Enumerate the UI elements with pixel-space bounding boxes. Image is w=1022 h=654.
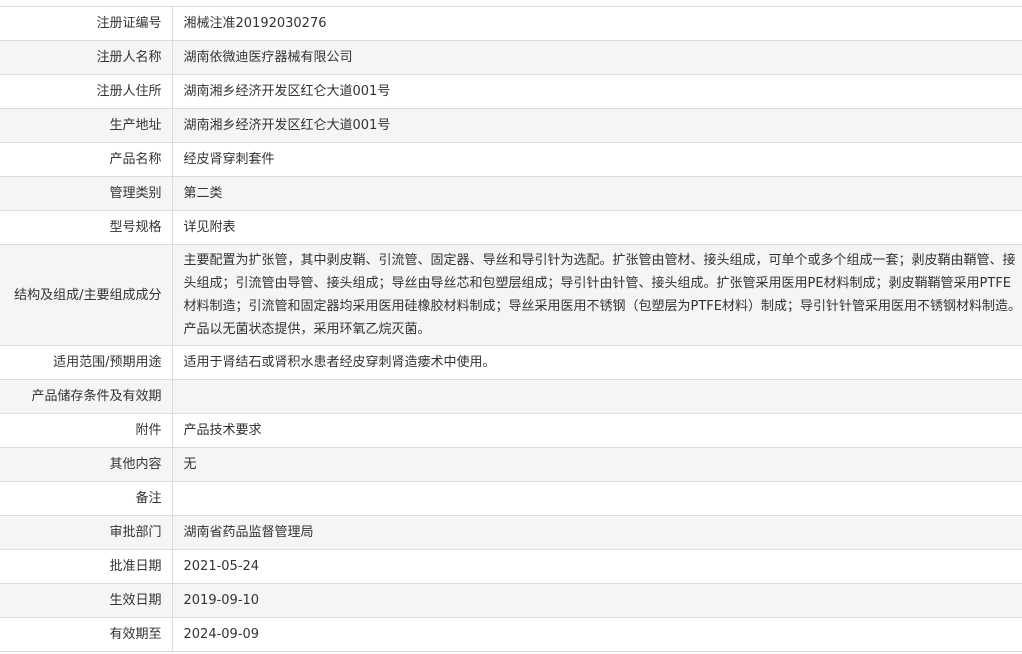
table-row: 注册人名称 湖南依微迪医疗器械有限公司 bbox=[0, 40, 1022, 75]
field-value-attachment: 产品技术要求 bbox=[172, 413, 1022, 448]
table-row: 产品名称 经皮肾穿刺套件 bbox=[0, 142, 1022, 177]
field-value-production-address: 湖南湘乡经济开发区红仑大道001号 bbox=[172, 108, 1022, 143]
field-label-registrant-name: 注册人名称 bbox=[0, 40, 173, 75]
table-row: 审批部门 湖南省药品监督管理局 bbox=[0, 515, 1022, 550]
field-value-storage-validity bbox=[172, 379, 1022, 414]
field-value-remarks bbox=[172, 481, 1022, 516]
table-row: 附件 产品技术要求 bbox=[0, 413, 1022, 448]
field-label-registrant-address: 注册人住所 bbox=[0, 74, 173, 109]
field-value-product-name: 经皮肾穿刺套件 bbox=[172, 142, 1022, 177]
table-row: 生效日期 2019-09-10 bbox=[0, 583, 1022, 618]
table-row: 批准日期 2021-05-24 bbox=[0, 549, 1022, 584]
field-label-management-class: 管理类别 bbox=[0, 176, 173, 211]
table-row: 有效期至 2024-09-09 bbox=[0, 617, 1022, 652]
field-label-storage-validity: 产品储存条件及有效期 bbox=[0, 379, 173, 414]
field-label-model-spec: 型号规格 bbox=[0, 210, 173, 245]
field-value-other-content: 无 bbox=[172, 447, 1022, 482]
registration-detail-table: 注册证编号 湘械注准20192030276 注册人名称 湖南依微迪医疗器械有限公… bbox=[0, 6, 1022, 652]
field-label-structure-composition: 结构及组成/主要组成成分 bbox=[0, 244, 173, 346]
field-label-effective-date: 生效日期 bbox=[0, 583, 173, 618]
field-value-management-class: 第二类 bbox=[172, 176, 1022, 211]
field-value-registration-no: 湘械注准20192030276 bbox=[172, 6, 1022, 41]
field-label-valid-until: 有效期至 bbox=[0, 617, 173, 652]
field-value-model-spec: 详见附表 bbox=[172, 210, 1022, 245]
field-label-product-name: 产品名称 bbox=[0, 142, 173, 177]
table-row: 其他内容 无 bbox=[0, 447, 1022, 482]
field-label-approval-department: 审批部门 bbox=[0, 515, 173, 550]
field-value-structure-composition: 主要配置为扩张管，其中剥皮鞘、引流管、固定器、导丝和导引针为选配。扩张管由管材、… bbox=[172, 244, 1022, 346]
table-row: 管理类别 第二类 bbox=[0, 176, 1022, 211]
field-label-approval-date: 批准日期 bbox=[0, 549, 173, 584]
table-row: 产品储存条件及有效期 bbox=[0, 379, 1022, 414]
field-label-production-address: 生产地址 bbox=[0, 108, 173, 143]
field-label-intended-use: 适用范围/预期用途 bbox=[0, 345, 173, 380]
table-row: 注册人住所 湖南湘乡经济开发区红仑大道001号 bbox=[0, 74, 1022, 109]
table-row: 适用范围/预期用途 适用于肾结石或肾积水患者经皮穿刺肾造瘘术中使用。 bbox=[0, 345, 1022, 380]
table-row: 型号规格 详见附表 bbox=[0, 210, 1022, 245]
field-value-intended-use: 适用于肾结石或肾积水患者经皮穿刺肾造瘘术中使用。 bbox=[172, 345, 1022, 380]
field-label-remarks: 备注 bbox=[0, 481, 173, 516]
field-value-effective-date: 2019-09-10 bbox=[172, 583, 1022, 618]
table-row: 结构及组成/主要组成成分 主要配置为扩张管，其中剥皮鞘、引流管、固定器、导丝和导… bbox=[0, 244, 1022, 346]
field-value-registrant-address: 湖南湘乡经济开发区红仑大道001号 bbox=[172, 74, 1022, 109]
field-value-registrant-name: 湖南依微迪医疗器械有限公司 bbox=[172, 40, 1022, 75]
field-label-attachment: 附件 bbox=[0, 413, 173, 448]
field-label-other-content: 其他内容 bbox=[0, 447, 173, 482]
field-value-approval-date: 2021-05-24 bbox=[172, 549, 1022, 584]
table-row: 备注 bbox=[0, 481, 1022, 516]
field-value-valid-until: 2024-09-09 bbox=[172, 617, 1022, 652]
table-row: 注册证编号 湘械注准20192030276 bbox=[0, 6, 1022, 41]
table-row: 生产地址 湖南湘乡经济开发区红仑大道001号 bbox=[0, 108, 1022, 143]
field-value-approval-department: 湖南省药品监督管理局 bbox=[172, 515, 1022, 550]
field-label-registration-no: 注册证编号 bbox=[0, 6, 173, 41]
